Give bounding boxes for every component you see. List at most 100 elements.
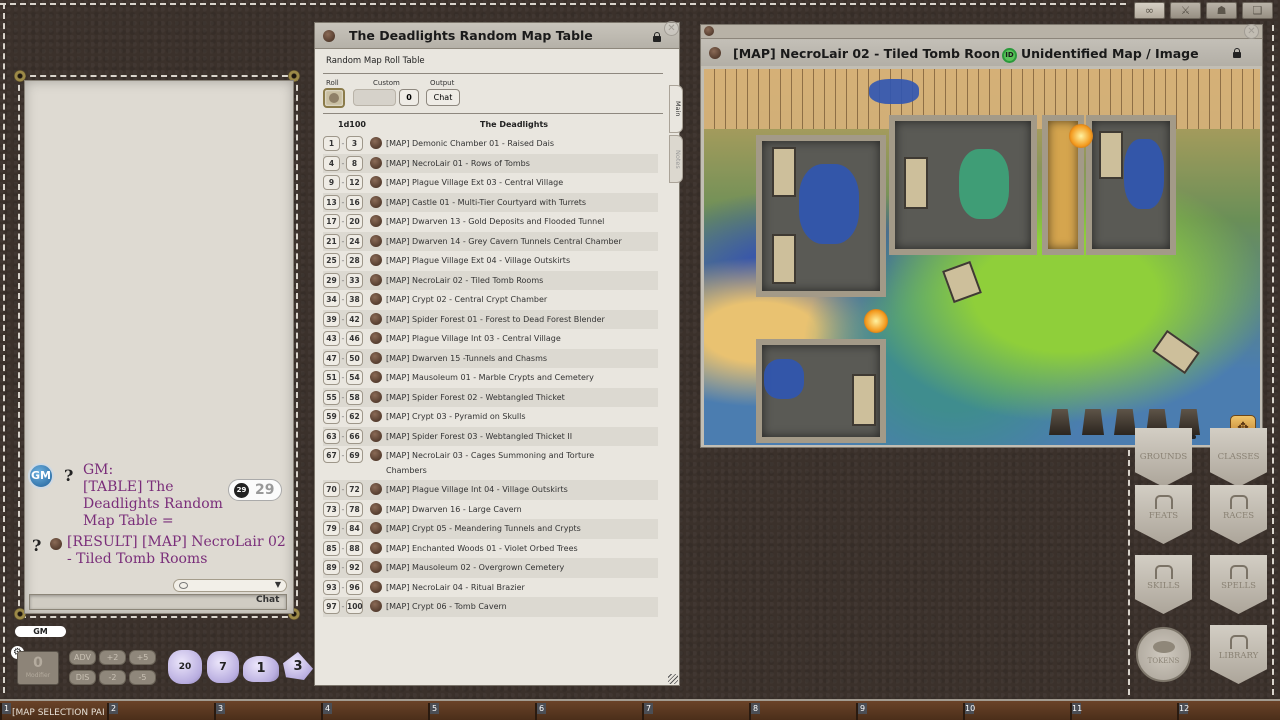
range-to[interactable]: 20	[346, 214, 363, 229]
result-text[interactable]: [MAP] Mausoleum 01 - Marble Crypts and C…	[386, 370, 636, 385]
sidebar-item-races[interactable]: RACES	[1210, 485, 1267, 544]
map-nonid-name[interactable]: Unidentified Map / Image	[1021, 46, 1199, 61]
result-text[interactable]: [MAP] Plague Village Ext 04 - Village Ou…	[386, 253, 636, 268]
range-to[interactable]: 50	[346, 350, 363, 366]
result-text[interactable]: [MAP] NecroLair 01 - Rows of Tombs	[386, 156, 636, 171]
range-from[interactable]: 25	[323, 253, 340, 268]
range-from[interactable]: 63	[323, 428, 340, 444]
tab-notes[interactable]: Notes	[669, 135, 683, 183]
range-to[interactable]: 12	[346, 175, 363, 190]
link-knob-icon[interactable]	[370, 429, 382, 442]
close-icon[interactable]: ✕	[664, 21, 679, 36]
chat-input[interactable]	[29, 594, 287, 610]
range-from[interactable]: 47	[323, 350, 340, 366]
range-from[interactable]: 79	[323, 521, 340, 536]
range-from[interactable]: 85	[323, 540, 340, 556]
party-icon[interactable]: ☗	[1206, 2, 1237, 19]
range-from[interactable]: 55	[323, 389, 340, 405]
result-text[interactable]: [MAP] Demonic Chamber 01 - Raised Dais	[386, 136, 636, 151]
result-text[interactable]: [MAP] Plague Village Int 03 - Central Vi…	[386, 331, 636, 346]
range-from[interactable]: 39	[323, 311, 340, 327]
hotkey-slot[interactable]: 5	[428, 703, 535, 720]
hotkey-slot[interactable]: 7	[642, 703, 749, 720]
hotkey-slot[interactable]: 4	[321, 703, 428, 720]
d10-die[interactable]: 1	[243, 656, 279, 682]
minus2-button[interactable]: -2	[99, 670, 126, 685]
range-to[interactable]: 96	[346, 579, 363, 595]
result-text[interactable]: [MAP] Spider Forest 01 - Forest to Dead …	[386, 312, 636, 327]
modifier-box[interactable]: 0 Modifier	[17, 651, 59, 685]
range-from[interactable]: 9	[323, 175, 340, 190]
range-to[interactable]: 24	[346, 233, 363, 249]
range-from[interactable]: 17	[323, 214, 340, 229]
range-to[interactable]: 58	[346, 389, 363, 405]
link-knob-icon[interactable]	[370, 332, 382, 344]
range-to[interactable]: 28	[346, 253, 363, 268]
range-from[interactable]: 73	[323, 501, 340, 517]
range-to[interactable]: 78	[346, 501, 363, 517]
combat-icon[interactable]: ⚔	[1170, 2, 1201, 19]
link-knob-icon[interactable]	[370, 293, 382, 305]
lock-icon[interactable]	[653, 32, 661, 42]
result-text[interactable]: [MAP] Dwarven 16 - Large Cavern	[386, 502, 636, 517]
range-to[interactable]: 88	[346, 540, 363, 556]
link-knob-icon[interactable]	[370, 273, 382, 286]
range-to[interactable]: 84	[346, 521, 363, 536]
range-to[interactable]: 92	[346, 560, 363, 575]
chat-mode-select[interactable]: ▼	[173, 579, 287, 592]
hotkey-slot[interactable]: 12	[1177, 703, 1280, 720]
range-from[interactable]: 21	[323, 233, 340, 249]
plus5-button[interactable]: +5	[129, 650, 156, 665]
minus5-button[interactable]: -5	[129, 670, 156, 685]
link-knob-icon[interactable]	[370, 410, 382, 422]
identity-tag[interactable]: GM	[15, 626, 66, 637]
result-text[interactable]: [MAP] Spider Forest 03 - Webtangled Thic…	[386, 429, 636, 444]
identified-toggle-icon[interactable]: ID	[1002, 48, 1017, 63]
link-knob-icon[interactable]	[370, 522, 382, 534]
library-book-icon[interactable]: ❑	[1242, 2, 1273, 19]
hotkey-slot[interactable]: 6	[535, 703, 642, 720]
result-text[interactable]: [MAP] Crypt 06 - Tomb Cavern	[386, 599, 636, 614]
window-titlebar[interactable]: [MAP] NecroLair 02 - Tiled Tomb Roon ID Un…	[701, 40, 1262, 66]
link-knob-icon[interactable]	[370, 449, 382, 461]
result-text[interactable]: [MAP] Dwarven 14 - Grey Cavern Tunnels C…	[386, 234, 636, 249]
window-titlebar[interactable]: The Deadlights Random Map Table	[315, 23, 679, 49]
range-from[interactable]: 97	[323, 599, 340, 614]
link-icon[interactable]: ∞	[1134, 2, 1165, 19]
range-to[interactable]: 66	[346, 428, 363, 444]
d12-die[interactable]: 7	[207, 651, 239, 683]
lock-icon[interactable]	[1233, 48, 1241, 58]
sidebar-item-feats[interactable]: FEATS	[1135, 485, 1192, 544]
link-knob-icon[interactable]	[709, 47, 721, 59]
result-text[interactable]: [MAP] Dwarven 13 - Gold Deposits and Flo…	[386, 214, 636, 229]
result-text[interactable]: [MAP] Enchanted Woods 01 - Violet Orbed …	[386, 541, 636, 556]
hotkey-slot[interactable]: 3	[214, 703, 321, 720]
range-to[interactable]: 38	[346, 292, 363, 307]
range-to[interactable]: 54	[346, 370, 363, 385]
sidebar-item-tokens[interactable]: TOKENS	[1136, 627, 1191, 682]
range-from[interactable]: 59	[323, 409, 340, 424]
range-to[interactable]: 3	[346, 136, 363, 151]
map-image[interactable]: ✥	[704, 69, 1260, 445]
link-knob-icon[interactable]	[370, 371, 382, 383]
roll-button[interactable]	[323, 88, 345, 108]
range-from[interactable]: 51	[323, 370, 340, 385]
result-text[interactable]: [MAP] Mausoleum 02 - Overgrown Cemetery	[386, 560, 636, 575]
hotkey-slot[interactable]: 1 [MAP SELECTION PAI	[0, 703, 107, 720]
link-knob-icon[interactable]	[370, 215, 382, 227]
map-window-dragbar[interactable]	[701, 25, 1262, 39]
result-text[interactable]: [MAP] NecroLair 04 - Ritual Brazier	[386, 580, 636, 595]
result-text[interactable]: [MAP] Plague Village Int 04 - Village Ou…	[386, 482, 636, 497]
link-knob-icon[interactable]	[370, 156, 382, 169]
link-knob-icon[interactable]	[370, 483, 382, 495]
link-knob-icon[interactable]	[370, 137, 382, 149]
range-to[interactable]: 42	[346, 311, 363, 327]
result-text[interactable]: [MAP] Crypt 02 - Central Crypt Chamber	[386, 292, 636, 307]
sidebar-item-spells[interactable]: SPELLS	[1210, 555, 1267, 614]
hotkey-slot[interactable]: 11	[1070, 703, 1177, 720]
d20-die[interactable]: 20	[168, 650, 202, 684]
range-to[interactable]: 69	[346, 448, 363, 463]
sidebar-item-library[interactable]: LIBRARY	[1210, 625, 1267, 684]
link-knob-icon[interactable]	[370, 176, 382, 188]
link-knob-icon[interactable]	[370, 541, 382, 554]
